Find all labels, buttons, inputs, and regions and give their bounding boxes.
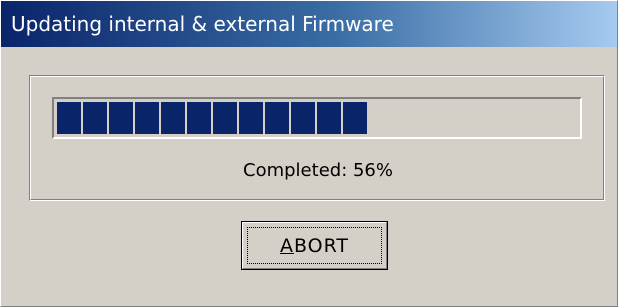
progress-block	[57, 102, 81, 134]
progress-block	[213, 102, 237, 134]
progress-block	[317, 102, 341, 134]
abort-button-label-rest: BORT	[293, 234, 350, 257]
progress-group: Completed: 56%	[29, 75, 605, 201]
progress-block	[343, 102, 367, 134]
progress-block	[161, 102, 185, 134]
abort-button[interactable]: ABORT	[241, 221, 388, 270]
progress-block	[291, 102, 315, 134]
progress-block	[135, 102, 159, 134]
firmware-update-dialog: Updating internal & external Firmware Co…	[0, 0, 618, 307]
window-title: Updating internal & external Firmware	[11, 12, 394, 36]
abort-button-mnemonic: A	[279, 234, 294, 257]
progress-block	[239, 102, 263, 134]
abort-button-label: ABORT	[280, 235, 349, 257]
progress-block	[83, 102, 107, 134]
progress-block	[109, 102, 133, 134]
abort-button-focus-rect: ABORT	[247, 227, 382, 264]
progress-block	[265, 102, 289, 134]
title-bar[interactable]: Updating internal & external Firmware	[1, 1, 617, 47]
progress-block	[187, 102, 211, 134]
progress-bar	[52, 97, 582, 139]
progress-status-text: Completed: 56%	[243, 160, 393, 181]
progress-fill	[57, 102, 367, 134]
